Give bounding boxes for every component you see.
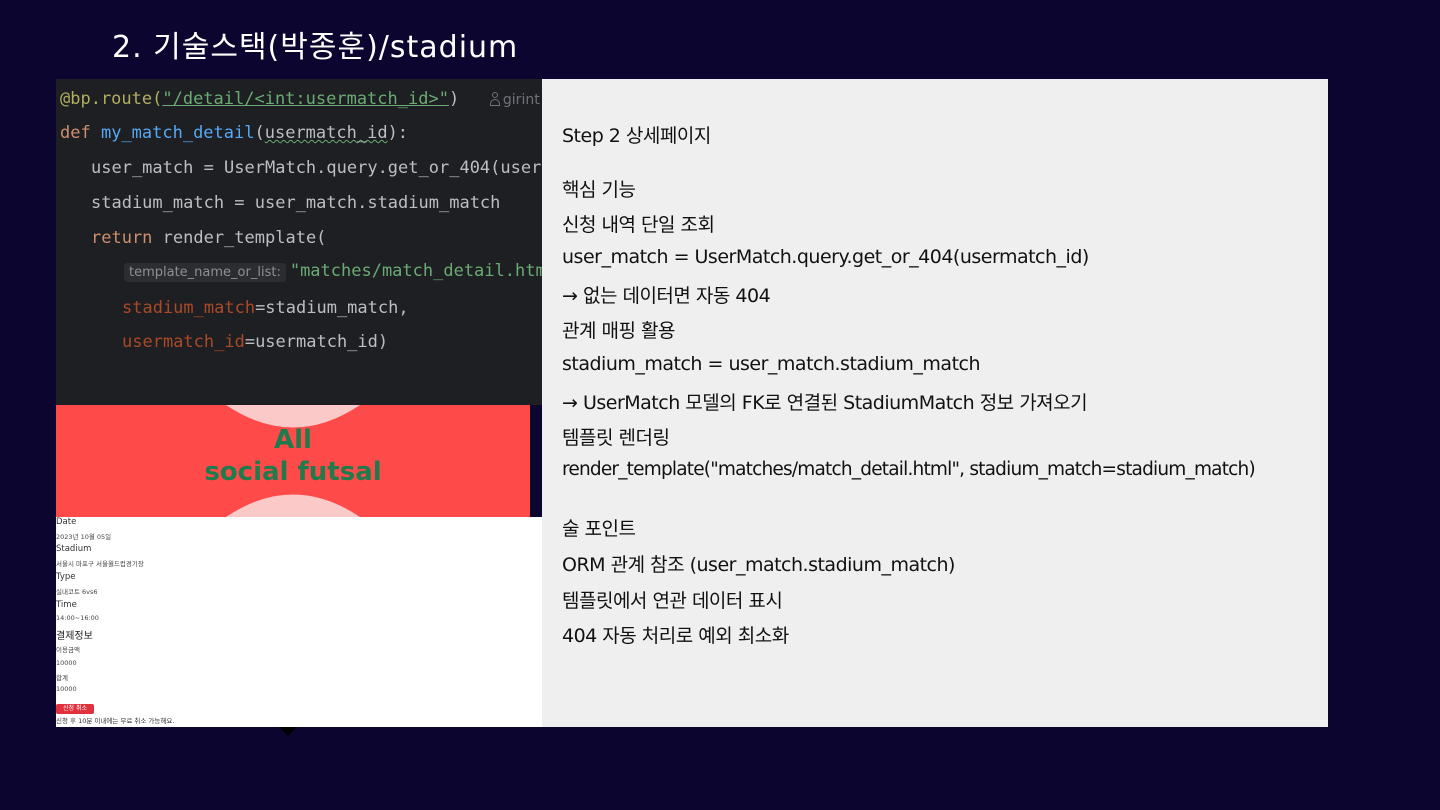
tech-item-2: 템플릿에서 연관 데이터 표시 xyxy=(562,590,783,612)
step-title: Step 2 상세페이지 xyxy=(562,125,711,147)
time-value: 14:00~16:00 xyxy=(56,614,99,622)
code-fn-close: ): xyxy=(387,123,409,143)
core-item-6: → UserMatch 모델의 FK로 연결된 StadiumMatch 정보 … xyxy=(562,392,1088,414)
type-value: 실내코트 6vs6 xyxy=(56,588,98,596)
code-route-path: "/detail/<int:usermatch_id>" xyxy=(162,89,449,109)
core-item-4: 관계 매핑 활용 xyxy=(562,320,675,342)
code-return-keyword: return xyxy=(91,228,163,248)
code-fn-param: usermatch_id xyxy=(264,123,388,143)
tech-item-1: ORM 관계 참조 (user_match.stadium_match) xyxy=(562,554,955,576)
code-line-kwarg-stadium: stadium_match=stadium_match, xyxy=(122,298,409,318)
code-kwarg-stadium-name: stadium_match xyxy=(122,298,256,318)
total-value: 10000 xyxy=(56,685,77,693)
code-line-stadium-match: stadium_match = user_match.stadium_match xyxy=(91,193,501,213)
core-item-5: stadium_match = user_match.stadium_match xyxy=(562,353,981,375)
code-author-name: girint xyxy=(502,92,540,108)
code-line-user-match: user_match = UserMatch.query.get_or_404(… xyxy=(91,158,542,178)
match-details-panel: Date 2023년 10월 05일 Stadium 서울시 마포구 서울월드컵… xyxy=(56,517,542,727)
cancel-button[interactable]: 신청 취소 xyxy=(56,704,94,714)
stadium-value: 서울시 마포구 서울월드컵경기장 xyxy=(56,560,144,568)
core-item-2: user_match = UserMatch.query.get_or_404(… xyxy=(562,246,1089,268)
type-label: Type xyxy=(56,572,76,582)
tech-item-3: 404 자동 처리로 예외 최소화 xyxy=(562,625,789,647)
code-line-decorator: @bp.route("/detail/<int:usermatch_id>") … xyxy=(60,89,540,109)
code-render-call: render_template( xyxy=(162,228,327,248)
payment-heading: 결제정보 xyxy=(56,631,93,642)
code-function-name: my_match_detail xyxy=(100,123,255,143)
time-label: Time xyxy=(56,600,77,610)
stadium-label: Stadium xyxy=(56,544,92,554)
description-panel: Step 2 상세페이지 핵심 기능 신청 내역 단일 조회 user_matc… xyxy=(542,79,1328,727)
fee-value: 10000 xyxy=(56,659,77,667)
fee-label: 이용금액 xyxy=(56,646,80,654)
core-item-3: → 없는 데이터면 자동 404 xyxy=(562,285,771,307)
date-value: 2023년 10월 05일 xyxy=(56,533,112,541)
code-line-kwarg-usermatch: usermatch_id=usermatch_id) xyxy=(122,332,388,352)
code-decorator: @bp.route( xyxy=(60,89,163,109)
code-kwarg-stadium-value: =stadium_match, xyxy=(255,298,409,318)
code-kwarg-usermatch-name: usermatch_id xyxy=(122,332,245,352)
banner-title-line1: All xyxy=(274,425,312,455)
cancel-note: 신청 후 10분 이내에는 무료 취소 가능해요. xyxy=(56,717,175,725)
code-line-template: template_name_or_list: "matches/match_det… xyxy=(124,261,542,282)
banner-title-line2: social futsal xyxy=(204,457,382,487)
code-author: girint xyxy=(489,92,540,108)
core-item-1: 신청 내역 단일 조회 xyxy=(562,214,715,236)
code-line-return: return render_template( xyxy=(91,228,326,248)
code-template-string: "matches/match_detail.html" xyxy=(289,261,542,281)
core-heading: 핵심 기능 xyxy=(562,179,636,201)
slide-title: 2. 기술스택(박종훈)/stadium xyxy=(112,30,519,65)
code-fn-open: ( xyxy=(254,123,265,143)
code-def-keyword: def xyxy=(60,123,101,143)
user-icon xyxy=(489,92,500,106)
futsal-banner: All social futsal xyxy=(56,405,530,517)
code-param-hint: template_name_or_list: xyxy=(124,263,286,282)
cursor-pointer-icon xyxy=(279,727,297,736)
total-label: 합계 xyxy=(56,674,68,682)
core-item-7: 템플릿 렌더링 xyxy=(562,427,670,449)
code-editor-panel: @bp.route("/detail/<int:usermatch_id>") … xyxy=(56,79,542,405)
tech-heading: 술 포인트 xyxy=(562,518,636,540)
date-label: Date xyxy=(56,517,77,527)
code-line-def: def my_match_detail(usermatch_id): xyxy=(60,123,408,143)
code-kwarg-usermatch-value: =usermatch_id) xyxy=(244,332,389,352)
core-item-8: render_template("matches/match_detail.ht… xyxy=(562,459,1256,480)
code-decorator-close: ) xyxy=(448,89,460,109)
